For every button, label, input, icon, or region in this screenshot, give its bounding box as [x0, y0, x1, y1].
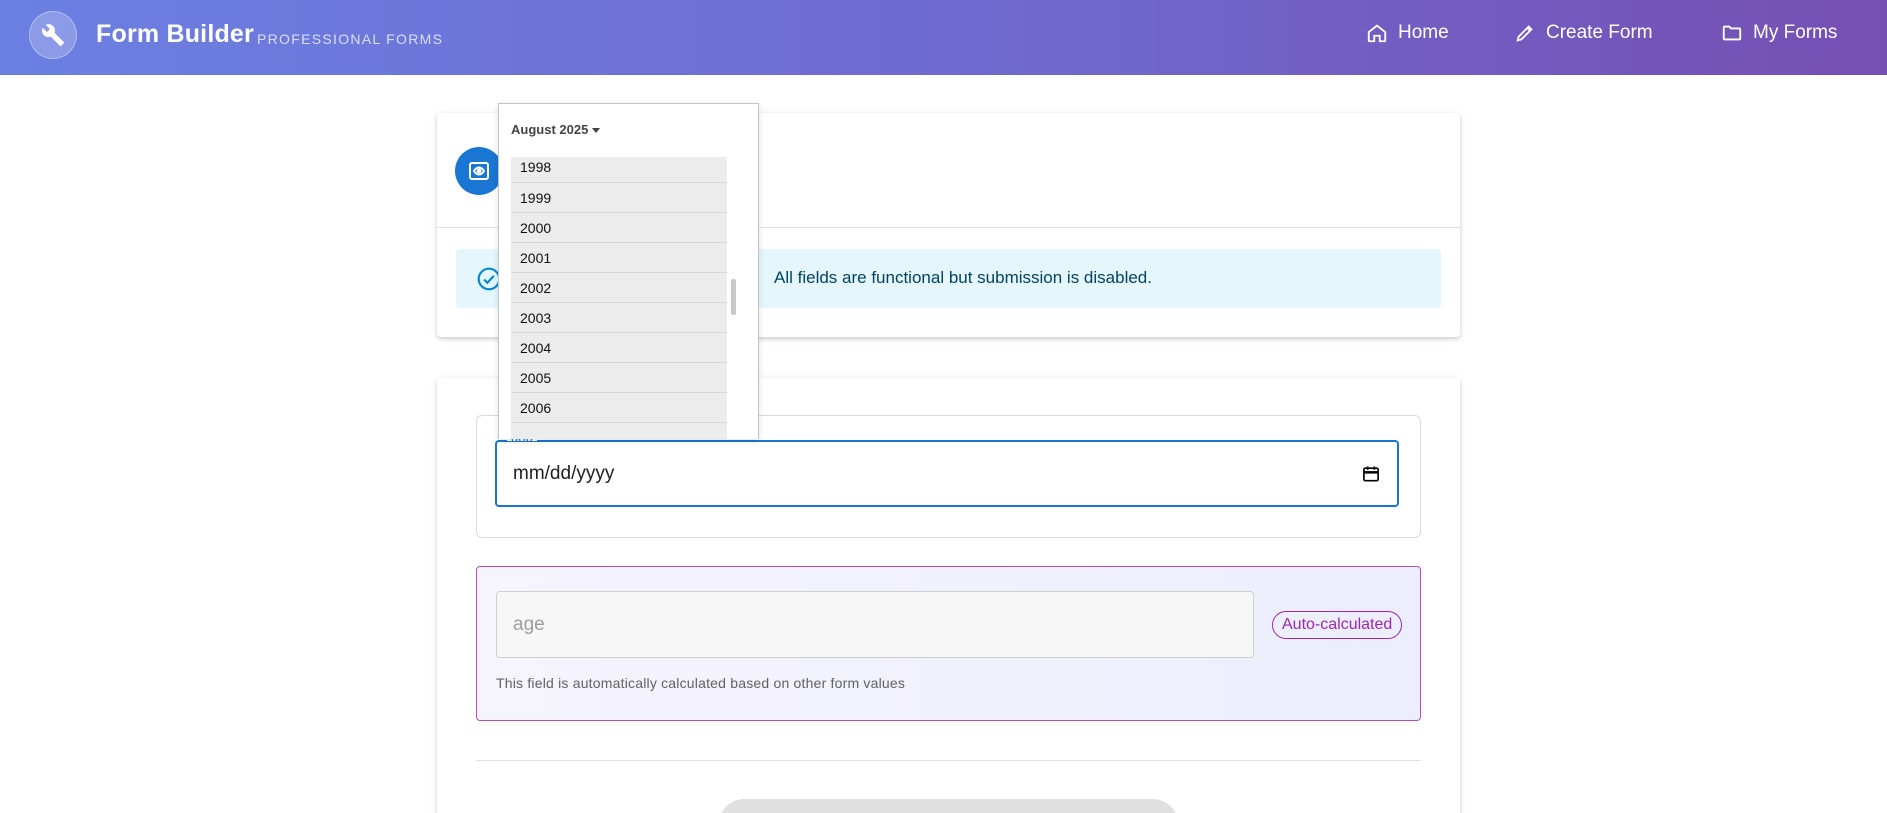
nav-my-forms[interactable]: My Forms — [1721, 22, 1837, 44]
year-option[interactable]: 2001 — [511, 243, 727, 273]
year-option[interactable]: 2006 — [511, 393, 727, 423]
wrench-icon[interactable] — [29, 11, 77, 59]
nav-create-form-label: Create Form — [1546, 22, 1653, 43]
home-icon — [1367, 24, 1387, 43]
nav-create-form[interactable]: Create Form — [1514, 22, 1653, 44]
brand-title[interactable]: Form Builder — [96, 20, 254, 49]
pencil-icon — [1516, 25, 1533, 42]
form-divider — [476, 760, 1421, 761]
nav-home[interactable]: Home — [1366, 22, 1449, 44]
auto-calculated-badge: Auto-calculated — [1272, 611, 1403, 639]
year-option[interactable]: 2004 — [511, 333, 727, 363]
year-option[interactable]: 1999 — [511, 183, 727, 213]
month-year-label: August 2025 — [511, 122, 589, 137]
dob-value: mm/dd/yyyy — [513, 463, 615, 484]
app-header: Form Builder PROFESSIONAL FORMS Home Cre… — [0, 0, 1887, 75]
alert-text: All fields are functional but submission… — [774, 268, 1152, 287]
date-picker-popup: August 2025 1998 1999 2000 2001 2002 200… — [498, 103, 759, 439]
year-option-partial[interactable] — [511, 423, 727, 439]
calendar-icon[interactable] — [1361, 464, 1381, 484]
year-option[interactable]: 2000 — [511, 213, 727, 243]
year-list-scrollbar[interactable] — [731, 279, 736, 315]
submit-button — [719, 799, 1178, 813]
age-placeholder: age — [513, 614, 545, 635]
age-calculated-field: age Auto-calculated This field is automa… — [476, 566, 1421, 721]
brand-subtitle: PROFESSIONAL FORMS — [257, 31, 444, 47]
year-list[interactable]: 1998 1999 2000 2001 2002 2003 2004 2005 … — [511, 157, 727, 439]
nav-my-forms-label: My Forms — [1753, 22, 1838, 43]
folder-icon — [1722, 25, 1742, 41]
age-helper-text: This field is automatically calculated b… — [496, 675, 906, 691]
age-input: age — [496, 591, 1254, 658]
preview-icon — [455, 147, 503, 195]
year-option[interactable]: 2005 — [511, 363, 727, 393]
form-card: dob mm/dd/yyyy age Auto-calculated This … — [437, 378, 1460, 813]
caret-down-icon — [592, 127, 601, 133]
year-option[interactable]: 2003 — [511, 303, 727, 333]
nav-home-label: Home — [1398, 22, 1449, 43]
year-option[interactable]: 1998 — [511, 157, 727, 183]
year-option[interactable]: 2002 — [511, 273, 727, 303]
month-year-selector[interactable]: August 2025 — [511, 122, 601, 137]
dob-date-input[interactable]: dob mm/dd/yyyy — [495, 430, 1399, 507]
